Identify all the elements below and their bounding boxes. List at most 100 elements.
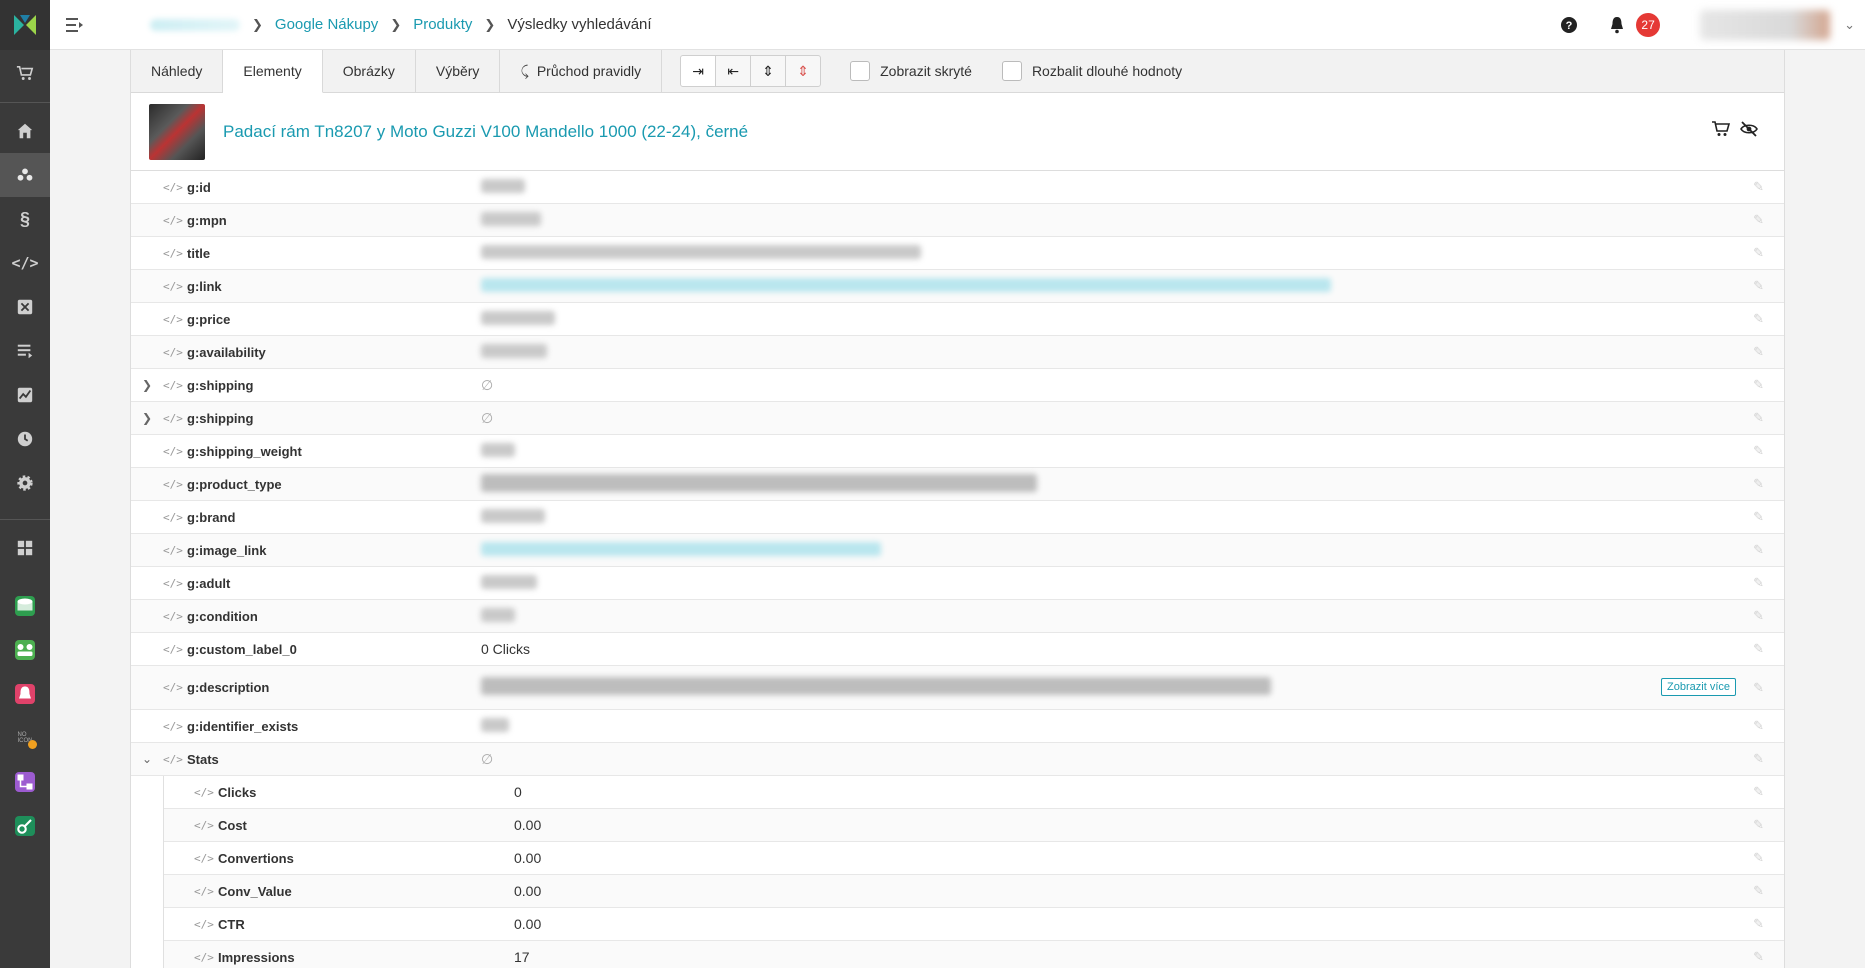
table-row[interactable]: </> g:adult ✎ [131, 567, 1784, 600]
pencil-icon[interactable]: ✎ [1753, 245, 1764, 261]
pencil-icon[interactable]: ✎ [1753, 311, 1764, 327]
output-view-button[interactable]: ⇤ [715, 55, 752, 87]
flow-app-icon[interactable] [0, 760, 50, 804]
code-icon: </> [163, 411, 183, 425]
user-profile-blurred[interactable] [1700, 10, 1831, 40]
paragraph-icon[interactable]: § [0, 197, 50, 241]
table-row[interactable]: </> Convertions 0.00 ✎ [164, 842, 1784, 875]
breadcrumb-client-blurred[interactable] [150, 18, 240, 31]
tab-rules-pass[interactable]: ⤹ Průchod pravidly [500, 50, 663, 92]
bell-icon[interactable] [1604, 12, 1630, 38]
clock-icon[interactable] [0, 417, 50, 461]
table-row[interactable]: </> Impressions 17 ✎ [164, 941, 1784, 968]
pencil-icon[interactable]: ✎ [1753, 509, 1764, 525]
eye-slash-icon[interactable] [1740, 121, 1758, 140]
pencil-icon[interactable]: ✎ [1753, 680, 1764, 696]
menu-toggle-icon[interactable] [50, 0, 100, 50]
table-row[interactable]: </> g:id ✎ [131, 171, 1784, 204]
pencil-icon[interactable]: ✎ [1753, 344, 1764, 360]
db-app-icon[interactable] [0, 584, 50, 628]
table-row[interactable]: </> g:mpn ✎ [131, 204, 1784, 237]
chevron-right-icon[interactable]: ❯ [131, 378, 163, 392]
no-icon-app[interactable]: NO ICON [0, 716, 50, 760]
table-row[interactable]: </> g:link ✎ [131, 270, 1784, 303]
table-row[interactable]: </> g:condition ✎ [131, 600, 1784, 633]
pencil-icon[interactable]: ✎ [1753, 542, 1764, 558]
cart-icon[interactable] [0, 52, 50, 96]
tab-previews[interactable]: Náhledy [131, 50, 224, 92]
blurred-link[interactable] [481, 541, 881, 556]
pencil-icon[interactable]: ✎ [1753, 377, 1764, 393]
table-row[interactable]: </> g:price ✎ [131, 303, 1784, 336]
pencil-icon[interactable]: ✎ [1753, 608, 1764, 624]
table-row[interactable]: </> g:shipping_weight ✎ [131, 435, 1784, 468]
notification-count-badge[interactable]: 27 [1636, 13, 1661, 37]
pencil-icon[interactable]: ✎ [1753, 949, 1764, 965]
pencil-icon[interactable]: ✎ [1753, 641, 1764, 657]
table-row[interactable]: </> Clicks 0 ✎ [164, 776, 1784, 809]
key-app-icon[interactable] [0, 804, 50, 848]
pencil-icon[interactable]: ✎ [1753, 476, 1764, 492]
code-icon[interactable]: </> [0, 241, 50, 285]
pencil-icon[interactable]: ✎ [1753, 179, 1764, 195]
table-row[interactable]: ⌄ </> Stats ∅ ✎ [131, 743, 1784, 776]
table-row[interactable]: </> title ✎ [131, 237, 1784, 270]
chevron-down-icon[interactable]: ⌄ [1844, 17, 1855, 33]
home-icon[interactable] [0, 109, 50, 153]
pencil-icon[interactable]: ✎ [1753, 410, 1764, 426]
people-app-icon[interactable] [0, 628, 50, 672]
chart-icon[interactable] [0, 373, 50, 417]
table-row[interactable]: </> g:custom_label_0 0 Clicks ✎ [131, 633, 1784, 666]
tab-selections[interactable]: Výběry [416, 50, 501, 92]
diff-view-button[interactable]: ⇕ [785, 55, 822, 87]
tab-images[interactable]: Obrázky [323, 50, 416, 92]
checkbox-box[interactable] [850, 61, 871, 81]
show-hidden-checkbox[interactable]: Zobrazit skryté [850, 50, 972, 92]
checkbox-box[interactable] [1001, 61, 1022, 81]
function-icon[interactable] [0, 285, 50, 329]
table-row[interactable]: </> g:availability ✎ [131, 336, 1784, 369]
pencil-icon[interactable]: ✎ [1753, 443, 1764, 459]
table-row[interactable]: </> g:brand ✎ [131, 501, 1784, 534]
gear-icon[interactable] [0, 461, 50, 505]
pencil-icon[interactable]: ✎ [1753, 916, 1764, 932]
cart-icon[interactable] [1712, 121, 1731, 140]
pencil-icon[interactable]: ✎ [1753, 784, 1764, 800]
blurred-link[interactable] [481, 277, 1331, 292]
product-title[interactable]: Padací rám Tn8207 y Moto Guzzi V100 Mand… [223, 122, 748, 142]
pencil-icon[interactable]: ✎ [1753, 212, 1764, 228]
pencil-icon[interactable]: ✎ [1753, 718, 1764, 734]
groups-icon[interactable] [0, 153, 50, 197]
breadcrumb-products[interactable]: Produkty [413, 16, 472, 33]
code-icon: </> [163, 543, 183, 557]
list-icon[interactable] [0, 329, 50, 373]
table-row[interactable]: </> Cost 0.00 ✎ [164, 809, 1784, 842]
breadcrumb-google-shopping[interactable]: Google Nákupy [275, 16, 378, 33]
table-row[interactable]: </> Conv_Value 0.00 ✎ [164, 875, 1784, 908]
input-view-button[interactable]: ⇥ [680, 55, 717, 87]
pencil-icon[interactable]: ✎ [1753, 817, 1764, 833]
chevron-down-icon[interactable]: ⌄ [131, 752, 163, 766]
table-row[interactable]: ❯ </> g:shipping ∅ ✎ [131, 369, 1784, 402]
grid-icon[interactable] [0, 526, 50, 570]
expand-long-values-checkbox[interactable]: Rozbalit dlouhé hodnoty [1001, 50, 1182, 92]
table-row[interactable]: </> g:identifier_exists ✎ [131, 710, 1784, 743]
app-logo[interactable] [0, 0, 50, 50]
table-row[interactable]: </> g:description Zobrazit více ✎ [131, 666, 1784, 710]
bell-app-icon[interactable] [0, 672, 50, 716]
table-row[interactable]: </> g:image_link ✎ [131, 534, 1784, 567]
blurred-value [481, 310, 555, 325]
tab-elements[interactable]: Elementy [223, 50, 323, 93]
pencil-icon[interactable]: ✎ [1753, 883, 1764, 899]
chevron-right-icon[interactable]: ❯ [131, 411, 163, 425]
show-more-button[interactable]: Zobrazit více [1661, 678, 1736, 696]
pencil-icon[interactable]: ✎ [1753, 751, 1764, 767]
table-row[interactable]: ❯ </> g:shipping ∅ ✎ [131, 402, 1784, 435]
table-row[interactable]: </> g:product_type ✎ [131, 468, 1784, 501]
pencil-icon[interactable]: ✎ [1753, 278, 1764, 294]
help-icon[interactable]: ? [1556, 12, 1582, 38]
pencil-icon[interactable]: ✎ [1753, 575, 1764, 591]
pencil-icon[interactable]: ✎ [1753, 850, 1764, 866]
table-row[interactable]: </> CTR 0.00 ✎ [164, 908, 1784, 941]
split-view-button[interactable]: ⇕ [750, 55, 787, 87]
